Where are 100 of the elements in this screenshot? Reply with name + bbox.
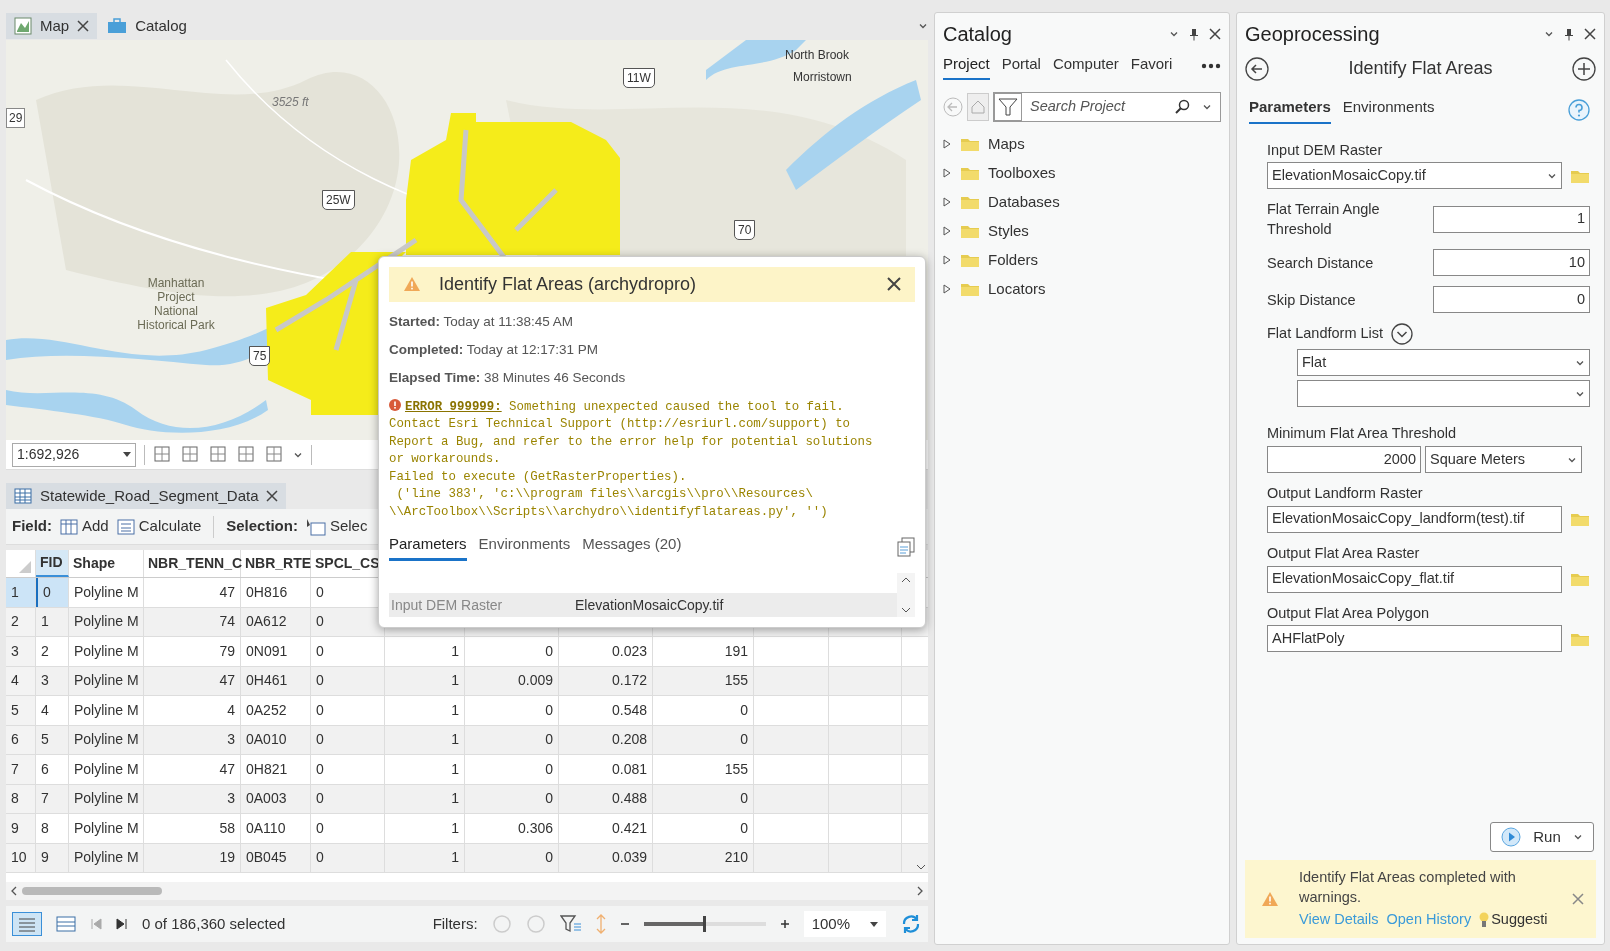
search-icon[interactable] bbox=[1174, 98, 1190, 115]
suggestion-link[interactable]: Suggesti bbox=[1479, 909, 1548, 931]
collapse-icon[interactable] bbox=[1391, 323, 1414, 346]
run-button[interactable]: Run bbox=[1490, 822, 1594, 852]
zoom-dropdown[interactable]: 100% bbox=[803, 911, 886, 937]
table-cell: Polyline M bbox=[69, 725, 144, 754]
table-cell: 0 bbox=[465, 755, 559, 784]
row-header[interactable]: 3 bbox=[6, 637, 36, 666]
table-cell: 0.208 bbox=[559, 725, 653, 754]
table-tab[interactable]: Statewide_Road_Segment_Data bbox=[6, 483, 287, 509]
tree-item[interactable]: Folders bbox=[943, 245, 1221, 275]
scale-dropdown[interactable]: 1:692,926 bbox=[12, 442, 136, 467]
pin-icon[interactable] bbox=[1189, 27, 1199, 41]
back-icon[interactable] bbox=[1245, 56, 1269, 81]
error-code-link[interactable]: ERROR 999999: bbox=[405, 399, 502, 414]
filter-icon[interactable] bbox=[559, 914, 582, 934]
tree-item[interactable]: Locators bbox=[943, 274, 1221, 304]
close-icon[interactable] bbox=[1584, 28, 1596, 40]
last-record-icon[interactable] bbox=[116, 918, 128, 930]
source-tab[interactable]: Project bbox=[943, 53, 990, 80]
table-cell: Polyline M bbox=[69, 843, 144, 872]
table-cell: 0A010 bbox=[241, 725, 311, 754]
table-cell: 1 bbox=[385, 755, 465, 784]
close-icon[interactable] bbox=[266, 490, 279, 502]
add-icon[interactable] bbox=[1572, 56, 1596, 81]
route-shield: 11W bbox=[623, 68, 655, 88]
add-field-button[interactable]: Add bbox=[60, 515, 109, 538]
tree-item[interactable]: Styles bbox=[943, 216, 1221, 246]
column-header[interactable]: Shape bbox=[69, 550, 144, 577]
input-field[interactable]: 10 bbox=[1433, 249, 1590, 277]
parameter-label: Output Flat Area Raster bbox=[1267, 543, 1421, 563]
table-view-icon[interactable] bbox=[12, 912, 42, 936]
dropdown-field[interactable]: ElevationMosaicCopy.tif bbox=[1267, 162, 1562, 190]
select-by-attributes-button[interactable]: Selec bbox=[305, 515, 368, 538]
scroll-down-icon[interactable] bbox=[901, 607, 911, 613]
tool-tab[interactable]: Environments bbox=[1342, 96, 1435, 124]
popup-tab[interactable]: Environments bbox=[478, 533, 571, 561]
popup-tab[interactable]: Messages (20) bbox=[582, 533, 682, 561]
column-header[interactable]: NBR_TENN_C bbox=[144, 550, 241, 577]
scroll-left-icon[interactable] bbox=[10, 886, 18, 896]
input-field[interactable]: AHFlatPoly bbox=[1267, 625, 1562, 653]
zoom-in-icon[interactable] bbox=[779, 919, 790, 929]
zoom-slider[interactable] bbox=[643, 916, 766, 932]
pane-menu-icon[interactable] bbox=[1169, 29, 1179, 39]
input-field[interactable]: ElevationMosaicCopy_landform(test).tif bbox=[1267, 505, 1562, 533]
document-tab[interactable]: Map bbox=[6, 13, 98, 39]
grid-icon[interactable] bbox=[181, 444, 201, 465]
pin-icon[interactable] bbox=[1564, 27, 1574, 41]
column-header[interactable]: NBR_RTE bbox=[241, 550, 311, 577]
dropdown-field[interactable]: Square Meters bbox=[1425, 446, 1582, 473]
parameter-value: ElevationMosaicCopy.tif bbox=[575, 595, 724, 615]
tabs-menu-icon[interactable] bbox=[918, 21, 928, 31]
lightbulb-icon bbox=[1479, 911, 1490, 929]
pane-menu-icon[interactable] bbox=[1544, 29, 1554, 39]
input-field[interactable]: ElevationMosaicCopy_flat.tif bbox=[1267, 565, 1562, 593]
input-field[interactable]: 1 bbox=[1433, 205, 1590, 233]
source-tab[interactable]: Favori bbox=[1130, 53, 1173, 80]
table-cell: 5 bbox=[36, 725, 69, 754]
close-icon[interactable] bbox=[1209, 28, 1221, 40]
more-icon[interactable] bbox=[1201, 63, 1221, 70]
popup-tab[interactable]: Parameters bbox=[389, 533, 467, 561]
column-header[interactable]: FID bbox=[36, 550, 69, 577]
copy-icon[interactable] bbox=[897, 536, 915, 557]
input-field[interactable]: 2000 bbox=[1267, 446, 1421, 473]
table-cell: 0 bbox=[465, 784, 559, 813]
selected-view-icon[interactable] bbox=[56, 916, 76, 932]
table-cell: 1 bbox=[385, 843, 465, 872]
briefcase-icon bbox=[107, 18, 128, 34]
chevron-down-icon[interactable] bbox=[1573, 832, 1583, 842]
close-icon[interactable] bbox=[77, 20, 90, 32]
calculate-field-button[interactable]: Calculate bbox=[116, 515, 202, 538]
row-header[interactable]: 5 bbox=[6, 696, 36, 725]
tree-item[interactable]: Toolboxes bbox=[943, 158, 1221, 188]
scroll-right-icon[interactable] bbox=[916, 886, 924, 896]
source-tab[interactable]: Portal bbox=[1001, 53, 1041, 80]
tree-item[interactable]: Databases bbox=[943, 187, 1221, 217]
table-cell: 0N091 bbox=[241, 637, 311, 666]
parameter-label: Skip Distance bbox=[1267, 290, 1357, 310]
document-tab[interactable]: Catalog bbox=[99, 13, 195, 39]
scroll-down-icon[interactable] bbox=[916, 864, 926, 870]
row-header[interactable]: 1 bbox=[6, 578, 36, 607]
search-field[interactable]: Search Project bbox=[993, 91, 1221, 122]
tree-item[interactable]: Maps bbox=[943, 129, 1221, 159]
play-icon bbox=[1501, 827, 1521, 847]
scrollbar-thumb[interactable] bbox=[22, 887, 162, 895]
dropdown-field[interactable]: Flat bbox=[1297, 349, 1590, 377]
search-input[interactable]: Search Project bbox=[1022, 95, 1174, 118]
tool-tab[interactable]: Parameters bbox=[1249, 96, 1331, 124]
row-header[interactable]: 7 bbox=[6, 755, 36, 784]
input-field[interactable]: 0 bbox=[1433, 286, 1590, 314]
close-button[interactable] bbox=[887, 277, 901, 292]
filter-icon[interactable] bbox=[994, 92, 1022, 121]
help-icon[interactable] bbox=[1568, 98, 1590, 121]
row-header[interactable]: 9 bbox=[6, 814, 36, 843]
table-cell: 0 bbox=[653, 725, 754, 754]
table-cell: 0A612 bbox=[241, 607, 311, 636]
scroll-up-icon[interactable] bbox=[901, 576, 911, 583]
source-tab[interactable]: Computer bbox=[1052, 53, 1119, 80]
dropdown-field[interactable] bbox=[1297, 380, 1590, 408]
refresh-icon[interactable] bbox=[900, 913, 922, 935]
